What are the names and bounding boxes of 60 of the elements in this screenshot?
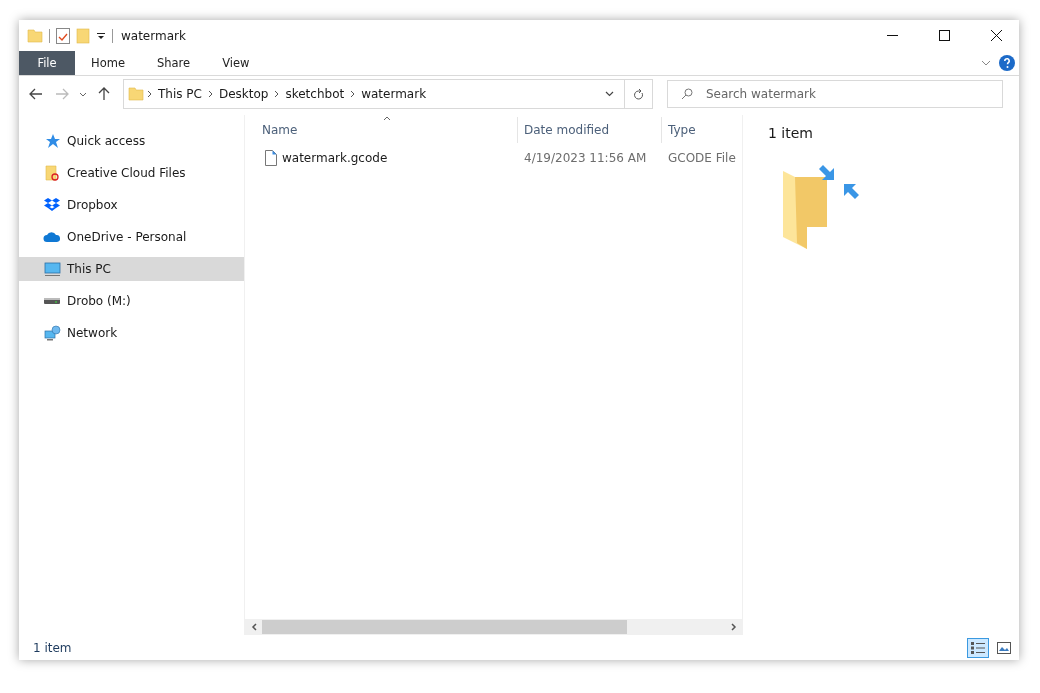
sidebar-item[interactable]: Drobo (M:): [19, 289, 244, 313]
chevron-down-icon: [79, 91, 87, 97]
ribbon-tab[interactable]: View: [206, 51, 266, 75]
column-header[interactable]: Type: [662, 117, 742, 143]
ribbon-tab[interactable]: Share: [140, 51, 207, 75]
star-icon: [44, 133, 60, 149]
sidebar-item[interactable]: This PC: [19, 257, 244, 281]
chevron-right-icon[interactable]: [207, 90, 213, 98]
column-header[interactable]: Name: [245, 117, 518, 143]
breadcrumb[interactable]: Desktop: [215, 87, 272, 101]
breadcrumb[interactable]: sketchbot: [282, 87, 348, 101]
table-cell: 4/19/2023 11:56 AM: [524, 151, 647, 165]
drive-icon: [44, 297, 60, 305]
large-icons-view-icon: [997, 641, 1011, 654]
search-icon: [681, 88, 693, 100]
sidebar-item[interactable]: Creative Cloud Files: [19, 161, 244, 185]
refresh-icon: [633, 87, 644, 101]
file-icon: [265, 150, 277, 166]
chevron-right-icon[interactable]: [274, 90, 280, 98]
folder-icon: [44, 165, 60, 181]
chevron-right-icon[interactable]: [350, 90, 356, 98]
close-icon: [990, 30, 1002, 41]
chevron-right-icon[interactable]: [147, 90, 152, 98]
sidebar-item[interactable]: OneDrive - Personal: [19, 225, 244, 249]
arrow-left-icon: [29, 88, 43, 100]
sort-ascending-icon: [383, 116, 391, 121]
sidebar-item[interactable]: Network: [19, 321, 244, 345]
view-button[interactable]: [967, 637, 989, 658]
folder-icon: [27, 27, 43, 44]
file-menu-tab[interactable]: File: [19, 51, 75, 75]
preview-item-count: 1 item: [768, 125, 814, 141]
checklist-icon[interactable]: [56, 27, 70, 44]
dropdown-icon[interactable]: [96, 30, 106, 41]
chevron-down-icon[interactable]: [605, 91, 614, 97]
arrow-right-icon: [55, 88, 69, 100]
horizontal-scrollbar[interactable]: [245, 619, 742, 635]
cloud-icon: [43, 231, 61, 243]
help-icon[interactable]: [999, 55, 1015, 71]
address-bar[interactable]: This PC Desktop sketchbot watermark: [123, 79, 653, 109]
file-name[interactable]: watermark.gcode: [282, 151, 388, 165]
sidebar-item[interactable]: Dropbox: [19, 193, 244, 217]
window-title: watermark: [121, 28, 187, 43]
sidebar-item[interactable]: Quick access: [19, 129, 244, 153]
arrow-up-icon: [98, 87, 110, 101]
details-view-icon: [970, 640, 986, 655]
column-header[interactable]: Date modified: [518, 117, 662, 143]
search-field[interactable]: Search watermark: [667, 80, 1003, 108]
chevron-left-icon: [250, 623, 257, 631]
breadcrumb[interactable]: watermark: [358, 87, 430, 101]
maximize-icon: [938, 30, 950, 41]
folder-icon: [128, 86, 144, 102]
ribbon-tab[interactable]: Home: [75, 51, 141, 75]
table-cell: GCODE File: [668, 151, 736, 165]
scrollbar-thumb[interactable]: [262, 620, 627, 634]
status-item-count: 1 item: [33, 640, 72, 655]
breadcrumb[interactable]: This PC: [155, 87, 205, 101]
chevron-right-icon: [730, 623, 737, 631]
dropbox-icon: [44, 197, 60, 213]
network-icon: [43, 325, 61, 341]
monitor-icon: [43, 261, 61, 277]
